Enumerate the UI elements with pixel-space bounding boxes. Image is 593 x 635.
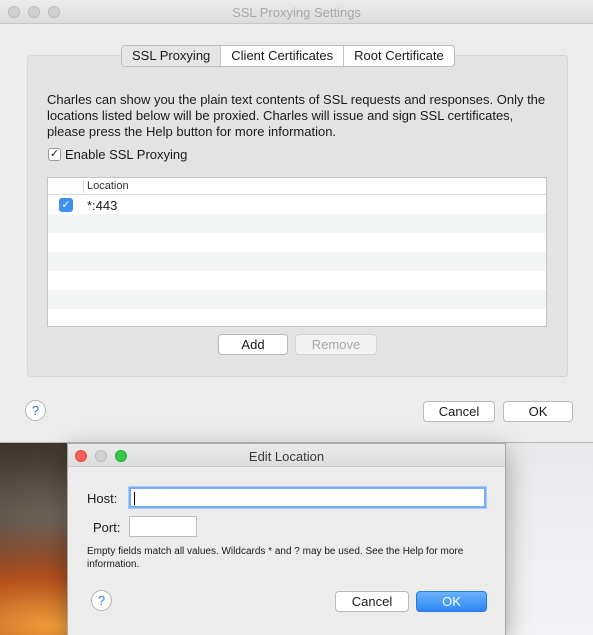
dialog-titlebar: Edit Location (68, 444, 505, 467)
table-body: ✓ *:443 (48, 195, 546, 326)
ok-button[interactable]: OK (416, 591, 487, 612)
row-location: *:443 (87, 198, 118, 213)
table-row-empty (48, 233, 546, 252)
enable-ssl-proxying-row[interactable]: ✓ Enable SSL Proxying (48, 147, 187, 162)
table-row-empty (48, 214, 546, 233)
help-button[interactable]: ? (91, 590, 112, 611)
enable-ssl-proxying-checkbox[interactable]: ✓ (48, 148, 61, 161)
table-header: Location (48, 178, 546, 195)
ssl-proxying-settings-window: SSL Proxying Settings SSL Proxying Clien… (0, 0, 593, 443)
column-divider (83, 180, 84, 193)
wildcard-hint: Empty fields match all values. Wildcards… (87, 546, 464, 570)
table-row[interactable]: ✓ *:443 (48, 195, 546, 214)
tab-client-certificates[interactable]: Client Certificates (221, 46, 345, 66)
desktop-background-right (505, 442, 593, 635)
table-row-empty (48, 252, 546, 271)
remove-button[interactable]: Remove (295, 334, 377, 355)
port-label: Port: (93, 520, 121, 535)
enable-ssl-proxying-label[interactable]: Enable SSL Proxying (65, 147, 187, 162)
host-input[interactable] (129, 487, 486, 508)
main-titlebar: SSL Proxying Settings (0, 0, 593, 24)
add-button[interactable]: Add (218, 334, 288, 355)
edit-location-dialog: Edit Location Host: Port: Empty fields m… (67, 443, 506, 635)
cancel-button[interactable]: Cancel (423, 401, 495, 422)
tab-ssl-proxying[interactable]: SSL Proxying (122, 46, 222, 66)
table-row-empty (48, 309, 546, 326)
text-caret (134, 492, 135, 505)
window-title: SSL Proxying Settings (232, 5, 361, 20)
table-row-empty (48, 271, 546, 290)
row-enabled-checkbox[interactable]: ✓ (59, 198, 73, 212)
tab-bar: SSL Proxying Client Certificates Root Ce… (121, 45, 455, 67)
dialog-title: Edit Location (248, 449, 325, 464)
help-button[interactable]: ? (25, 400, 46, 421)
locations-table[interactable]: Location ✓ *:443 (47, 177, 547, 327)
location-column-header[interactable]: Location (87, 180, 129, 192)
port-input[interactable] (129, 516, 197, 537)
host-label: Host: (87, 491, 118, 506)
ok-button[interactable]: OK (503, 401, 573, 422)
table-row-empty (48, 290, 546, 309)
description-text: Charles can show you the plain text cont… (47, 92, 546, 139)
cancel-button[interactable]: Cancel (335, 591, 409, 612)
tab-root-certificate[interactable]: Root Certificate (344, 46, 454, 66)
